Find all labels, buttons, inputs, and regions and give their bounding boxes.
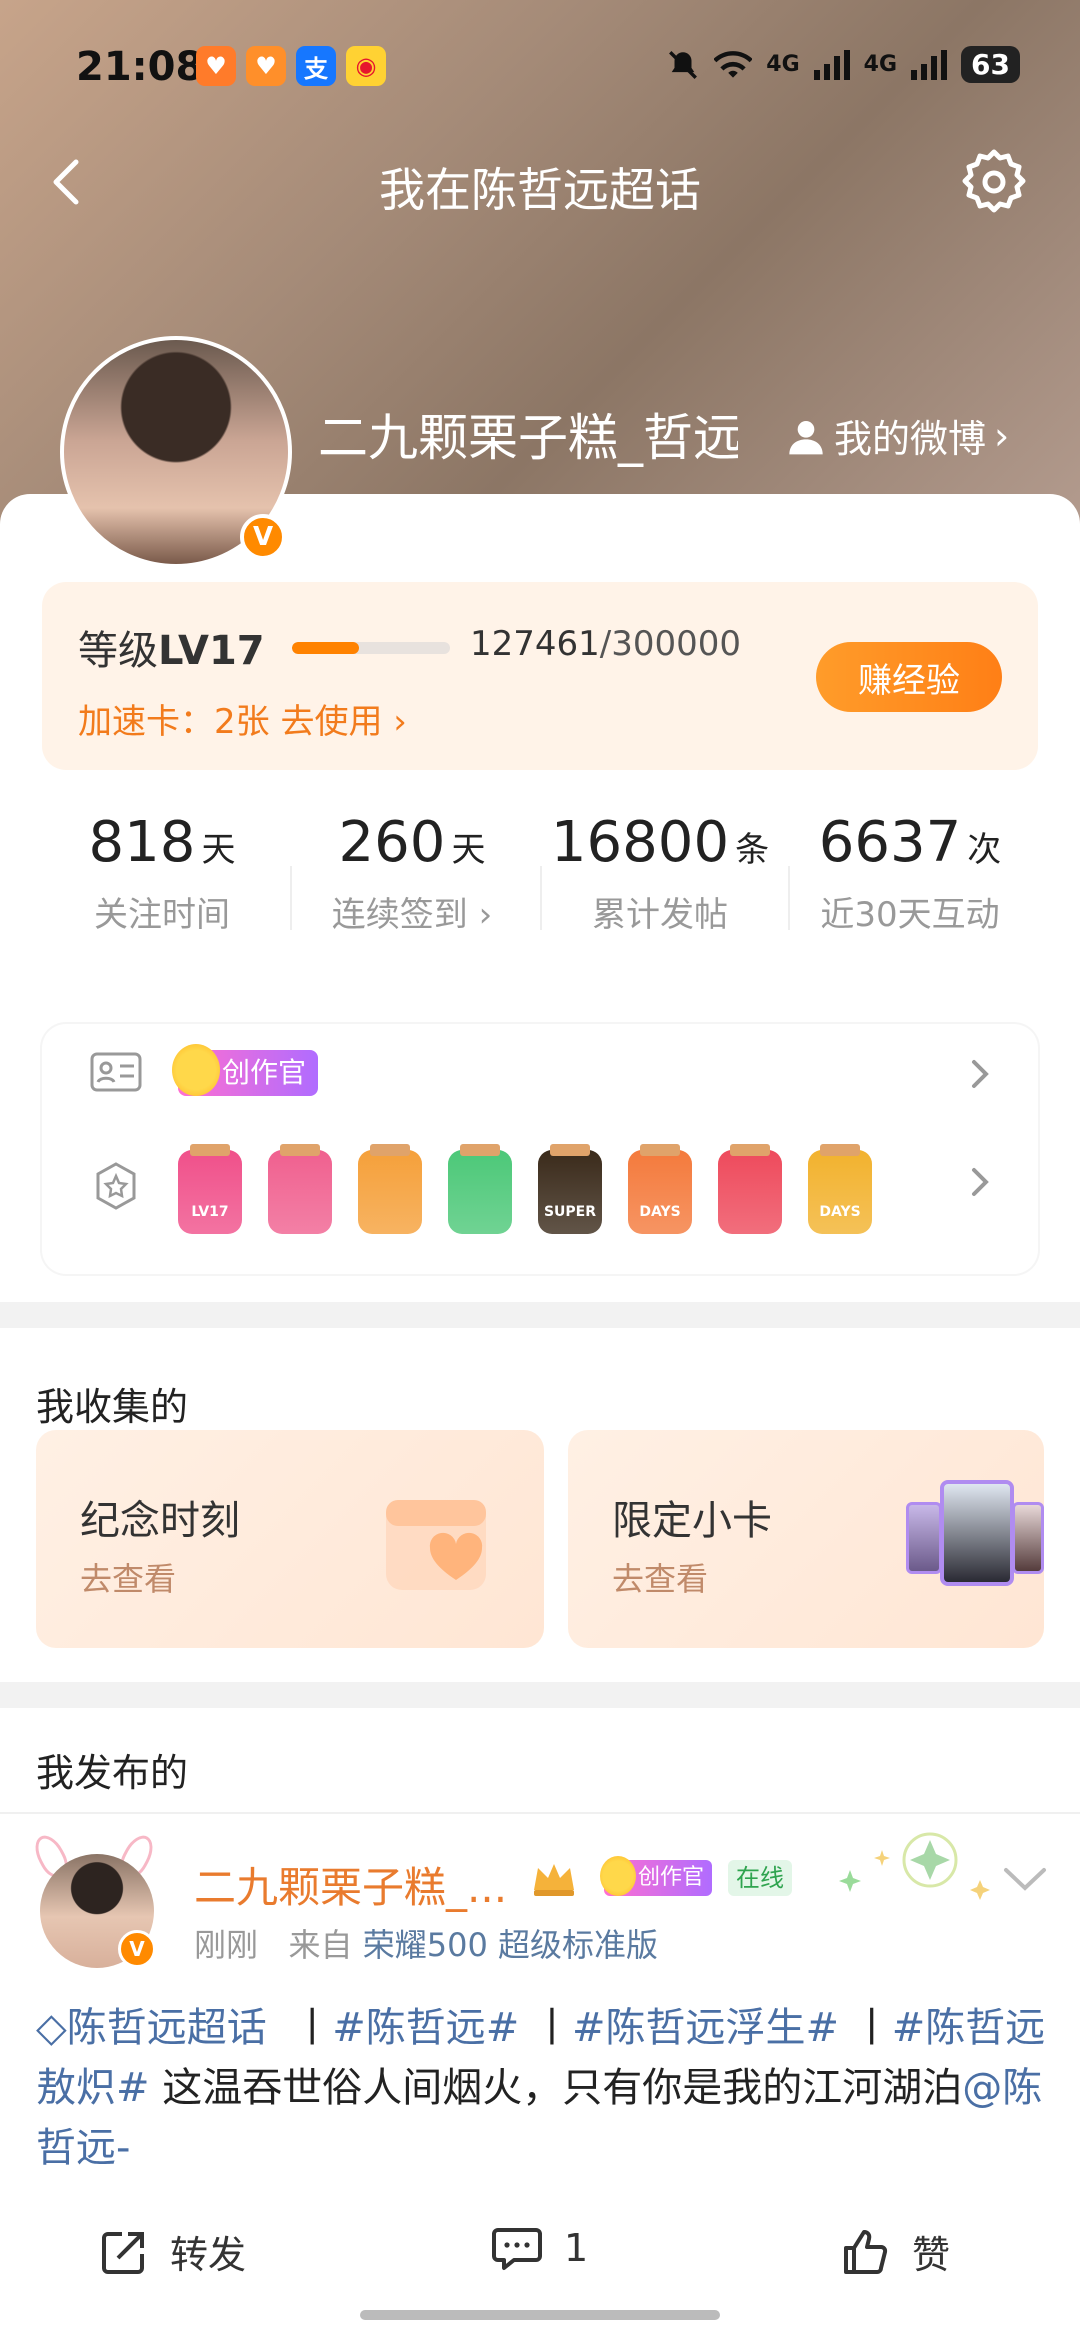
medal-badge xyxy=(718,1144,782,1234)
collect-title: 我收集的 xyxy=(36,1385,189,1429)
level-progress-bar xyxy=(292,642,450,654)
main-card: 等级LV17 127461/300000 加速卡：2张 去使用 › 赚经验 81… xyxy=(0,494,1080,1302)
thumbs-up-icon xyxy=(844,2229,888,2274)
stats-row: 818 天 关注时间 260 天 连续签到 › 16800 条 累计发帖 6637 次 … xyxy=(42,810,1038,980)
supertopic-link[interactable]: ◇陈哲远超话 xyxy=(36,2005,267,2051)
share-icon xyxy=(102,2231,144,2274)
stat-interactions: 6637 次 近30天互动 xyxy=(818,810,1002,935)
home-indicator xyxy=(360,2310,720,2320)
stat-checkin-days[interactable]: 260 天 连续签到 › xyxy=(292,810,532,936)
heart-app-icon-2: ♥ xyxy=(246,46,286,86)
level-card: 等级LV17 127461/300000 加速卡：2张 去使用 › 赚经验 xyxy=(42,582,1038,770)
comment-icon xyxy=(492,2228,542,2270)
medal-badge: LV17 xyxy=(178,1144,242,1234)
section-gap xyxy=(0,1302,1080,1328)
honor-card: 创作官 LV17 SUPER DAYS DAYS xyxy=(42,1024,1038,1274)
collect-section: 我收集的 纪念时刻 去查看 限定小卡 去查看 xyxy=(0,1328,1080,1682)
crown-badge-icon xyxy=(534,1864,574,1896)
username: 二九颗栗子糕_哲远 xyxy=(318,409,738,467)
speed-card-link[interactable]: 加速卡：2张 去使用 › xyxy=(78,694,407,743)
medal-badge xyxy=(448,1144,512,1234)
medal-badge: DAYS xyxy=(628,1144,692,1234)
verified-badge: V xyxy=(118,1930,156,1968)
chevron-right-icon xyxy=(972,1060,989,1088)
heart-app-icon: ♥ xyxy=(196,46,236,86)
collect-card-cards[interactable]: 限定小卡 去查看 xyxy=(568,1430,1044,1648)
battery-indicator: 63 xyxy=(961,46,1020,83)
collect-card-moments[interactable]: 纪念时刻 去查看 xyxy=(36,1430,544,1648)
gear-icon[interactable] xyxy=(956,144,1032,220)
chevron-right-icon xyxy=(972,1168,989,1196)
medal-row[interactable]: LV17 SUPER DAYS DAYS xyxy=(42,1144,1038,1250)
level-progress-text: 127461/300000 xyxy=(470,624,742,664)
wifi-icon xyxy=(714,50,753,78)
network-label-2: 4G xyxy=(863,52,898,77)
chevron-down-icon[interactable] xyxy=(1000,1864,1050,1894)
posts-title: 我发布的 xyxy=(36,1751,189,1795)
page-title: 我在陈哲远超话 xyxy=(379,163,701,217)
earn-exp-button[interactable]: 赚经验 xyxy=(816,642,1002,712)
mute-bell-icon xyxy=(669,50,698,79)
medal-list: LV17 SUPER DAYS DAYS xyxy=(178,1144,872,1234)
signal-icon-1 xyxy=(813,49,850,80)
medal-badge xyxy=(358,1144,422,1234)
post-content: ◇陈哲远超话 丨#陈哲远# 丨#陈哲远浮生# 丨#陈哲远敖炽# 这温吞世俗人间烟… xyxy=(36,2005,1046,2171)
like-button[interactable]: 赞 xyxy=(842,2224,950,2279)
medal-label: LV17 xyxy=(191,1204,229,1220)
level-progress-fill xyxy=(292,642,360,654)
status-right: 4G 4G 63 xyxy=(666,46,1020,83)
alipay-icon: 支 xyxy=(296,46,336,86)
stat-follow-days: 818 天 关注时间 xyxy=(88,810,236,935)
medal-outline-icon xyxy=(96,1162,136,1210)
network-label-1: 4G xyxy=(766,52,800,77)
level-label: 等级LV17 xyxy=(78,628,265,674)
photo-card-right xyxy=(1012,1502,1044,1574)
divider xyxy=(0,1812,1080,1814)
my-weibo-link[interactable]: 我的微博 › xyxy=(786,408,1009,463)
status-time: 21:08 xyxy=(76,44,204,90)
creator-badge: 创作官 xyxy=(171,1044,319,1096)
chevron-right-icon: › xyxy=(994,413,1010,458)
weibo-icon: ◉ xyxy=(346,46,386,86)
online-badge: 在线 xyxy=(728,1860,792,1896)
verified-badge: V xyxy=(240,514,286,560)
user-icon xyxy=(789,420,823,454)
medal-badge: DAYS xyxy=(808,1144,872,1234)
medal-label: DAYS xyxy=(639,1204,681,1220)
stat-total-posts: 16800 条 累计发帖 xyxy=(550,810,770,935)
photo-card-left xyxy=(906,1502,942,1574)
comment-button[interactable]: 1 xyxy=(492,2224,588,2272)
medal-badge: SUPER xyxy=(538,1144,602,1234)
medal-label: DAYS xyxy=(819,1204,861,1220)
nav-bar: 我在陈哲远超话 xyxy=(0,140,1080,230)
photo-card-center xyxy=(940,1480,1014,1586)
my-weibo-label: 我的微博 xyxy=(834,417,987,461)
post-author-name[interactable]: 二九颗栗子糕_... xyxy=(194,1854,507,1915)
medal-badge xyxy=(268,1144,332,1234)
status-bar: 21:08 ♥ ♥ 支 ◉ 4G 4G 63 xyxy=(0,0,1080,140)
section-gap xyxy=(0,1682,1080,1708)
post-meta: 刚刚 来自 荣耀500 超级标准版 xyxy=(194,1926,658,1964)
title-row[interactable]: 创作官 xyxy=(42,1026,1038,1126)
repost-button[interactable]: 转发 xyxy=(100,2224,246,2279)
calendar-heart-icon xyxy=(386,1500,486,1590)
post-text: 这温吞世俗人间烟火，只有你是我的江河湖泊 xyxy=(149,2065,963,2111)
sparkle-decoration-icon xyxy=(839,1832,990,1900)
posts-section: 我发布的 V 二九颗栗子糕_... 创作官 在线 刚刚 来自 荣耀500 超级标… xyxy=(0,1708,1080,2337)
creator-badge-small: 创作官 xyxy=(599,1856,713,1896)
hashtag-link[interactable]: #陈哲远浮生# xyxy=(572,2005,839,2051)
signal-icon-2 xyxy=(911,49,948,80)
id-card-icon xyxy=(90,1052,142,1092)
medal-label: SUPER xyxy=(543,1204,597,1220)
post-action-bar: 转发 1 赞 xyxy=(0,2214,1080,2294)
hashtag-link[interactable]: #陈哲远# xyxy=(332,2005,519,2051)
status-app-icons: ♥ ♥ 支 ◉ xyxy=(196,46,386,86)
